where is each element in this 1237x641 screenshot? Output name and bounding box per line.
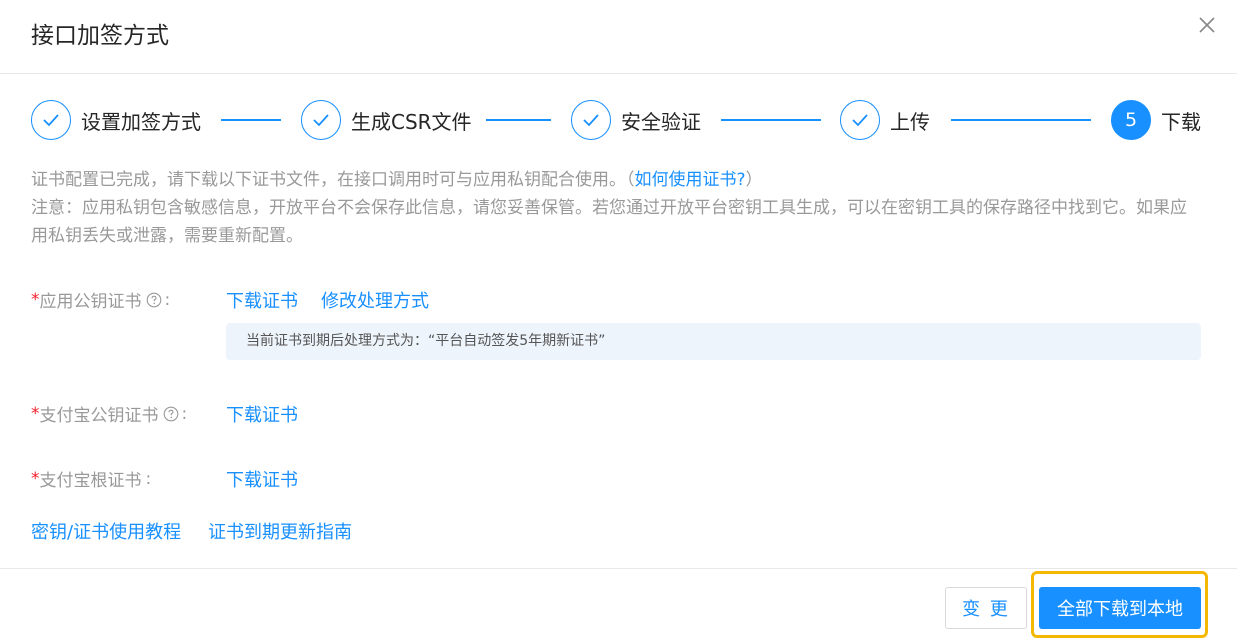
step-connector xyxy=(486,119,551,121)
check-icon xyxy=(571,100,611,140)
label-text: 应用公钥证书 xyxy=(39,292,142,312)
label-colon: : xyxy=(181,403,188,424)
tutorial-link[interactable]: 密钥/证书使用教程 xyxy=(31,518,181,544)
step-connector xyxy=(221,119,281,121)
dialog-title: 接口加签方式 xyxy=(31,23,169,49)
update-guide-link[interactable]: 证书到期更新指南 xyxy=(208,518,352,544)
step-number: 5 xyxy=(1111,100,1151,140)
step-4: 上传 xyxy=(840,99,930,141)
step-label: 安全验证 xyxy=(621,109,701,134)
required-mark: * xyxy=(31,289,40,310)
label-colon: : xyxy=(145,468,152,489)
dialog-header: 接口加签方式 xyxy=(0,0,1237,74)
alipay-cert-label: * 支付宝公钥证书 : xyxy=(31,401,188,427)
step-3: 安全验证 xyxy=(571,99,701,141)
check-icon xyxy=(840,100,880,140)
check-icon xyxy=(31,100,71,140)
question-icon[interactable] xyxy=(163,406,179,422)
change-button[interactable]: 变 更 xyxy=(945,587,1027,629)
required-mark: * xyxy=(31,403,40,424)
notice-line1: 证书配置已完成，请下载以下证书文件，在接口调用时可与应用私钥配合使用。（ xyxy=(31,170,635,190)
close-icon[interactable] xyxy=(1196,14,1218,36)
step-label: 上传 xyxy=(890,109,930,134)
step-5: 5 下载 xyxy=(1111,99,1201,141)
app-cert-label: * 应用公钥证书 : xyxy=(31,287,171,313)
step-label: 生成CSR文件 xyxy=(351,109,472,134)
step-2: 生成CSR文件 xyxy=(301,99,472,141)
download-app-cert-link[interactable]: 下载证书 xyxy=(226,287,298,313)
step-label: 设置加签方式 xyxy=(81,109,201,134)
download-all-button[interactable]: 全部下载到本地 xyxy=(1039,587,1201,629)
question-icon[interactable] xyxy=(146,292,162,308)
notice-line2: 注意：应用私钥包含敏感信息，开放平台不会保存此信息，请您妥善保管。若您通过开放平… xyxy=(31,198,1187,246)
footer-divider xyxy=(0,568,1237,569)
steps-bar: 设置加签方式 生成CSR文件 安全验证 上传 5 下载 xyxy=(31,99,1206,141)
step-connector xyxy=(721,119,821,121)
notice-text: 证书配置已完成，请下载以下证书文件，在接口调用时可与应用私钥配合使用。（如何使用… xyxy=(31,166,1201,250)
notice-line1-end: ） xyxy=(745,170,763,190)
step-1: 设置加签方式 xyxy=(31,99,201,141)
step-label: 下载 xyxy=(1161,109,1201,134)
step-connector xyxy=(951,119,1091,121)
check-icon xyxy=(301,100,341,140)
label-text: 支付宝根证书 xyxy=(39,471,142,491)
label-text: 支付宝公钥证书 xyxy=(39,406,159,426)
required-mark: * xyxy=(31,468,40,489)
modify-handling-link[interactable]: 修改处理方式 xyxy=(321,287,429,313)
label-colon: : xyxy=(164,289,171,310)
root-cert-label: * 支付宝根证书 : xyxy=(31,466,152,492)
download-root-cert-link[interactable]: 下载证书 xyxy=(226,466,298,492)
expiry-info-box: 当前证书到期后处理方式为：“平台自动签发5年期新证书” xyxy=(226,323,1201,360)
help-link[interactable]: 如何使用证书? xyxy=(635,170,746,190)
download-alipay-cert-link[interactable]: 下载证书 xyxy=(226,401,298,427)
